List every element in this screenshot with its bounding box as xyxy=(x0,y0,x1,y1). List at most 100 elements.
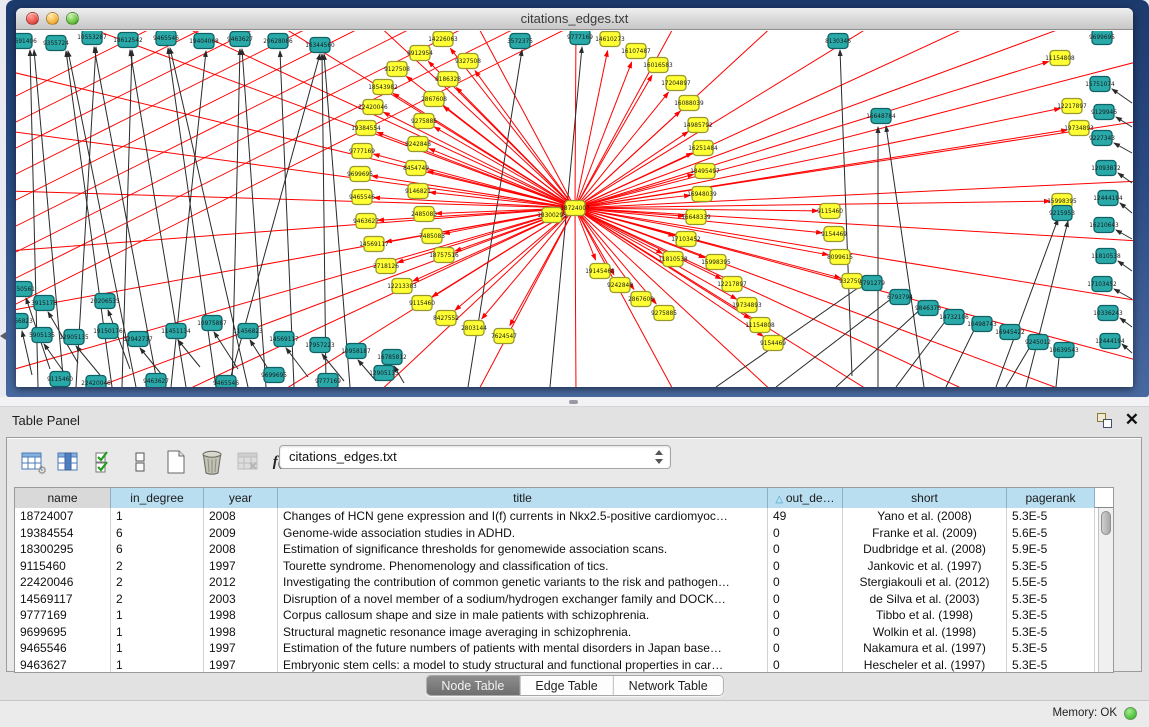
cell-name[interactable]: 18724007 xyxy=(15,508,111,525)
column-header-in_degree[interactable]: in_degree xyxy=(111,488,204,508)
cell-name[interactable]: 9699695 xyxy=(15,624,111,641)
cell-name[interactable]: 19384554 xyxy=(15,525,111,542)
graph-node[interactable]: 10336243 xyxy=(1093,306,1123,321)
table-row[interactable]: 1872400712008Changes of HCN gene express… xyxy=(15,508,1113,525)
graph-node[interactable]: 16016583 xyxy=(643,58,673,73)
graph-node[interactable]: 9115460 xyxy=(817,204,843,219)
cell-year[interactable]: 2008 xyxy=(204,508,278,525)
cell-short[interactable]: Tibbo et al. (1998) xyxy=(843,607,1007,624)
table-row[interactable]: 977716911998Corpus callosum shape and si… xyxy=(15,607,1113,624)
graph-node[interactable]: 9463627 xyxy=(353,214,379,229)
column-header-short[interactable]: short xyxy=(843,488,1007,508)
cell-title[interactable]: Structural magnetic resonance image aver… xyxy=(278,624,768,641)
minimize-window-button[interactable] xyxy=(46,12,59,25)
tab-node-table[interactable]: Node Table xyxy=(426,676,520,695)
graph-node[interactable]: 9275885 xyxy=(651,306,677,321)
graph-node[interactable]: 17103452 xyxy=(1087,277,1117,292)
graph-node[interactable]: 9245012 xyxy=(1025,335,1051,350)
graph-node[interactable]: 11810538 xyxy=(1091,249,1121,264)
graph-node[interactable]: 15751074 xyxy=(1085,77,1115,92)
cell-year[interactable]: 2008 xyxy=(204,541,278,558)
cell-in_degree[interactable]: 1 xyxy=(111,640,204,657)
tab-network-table[interactable]: Network Table xyxy=(614,676,723,695)
graph-node[interactable]: 12942737 xyxy=(123,332,153,347)
delete-table-button[interactable] xyxy=(233,448,263,476)
cell-out_degree[interactable]: 0 xyxy=(768,574,843,591)
graph-node[interactable]: 11451134 xyxy=(161,324,191,339)
graph-node[interactable]: 8912954 xyxy=(407,46,433,61)
cell-year[interactable]: 1997 xyxy=(204,558,278,575)
graph-node[interactable]: 7485083 xyxy=(419,229,445,244)
table-row[interactable]: 1456911722003Disruption of a novel membe… xyxy=(15,591,1113,608)
graph-node[interactable]: 9154469 xyxy=(821,227,847,242)
graph-node[interactable]: 19734893 xyxy=(732,298,762,313)
cell-short[interactable]: Nakamura et al. (1997) xyxy=(843,640,1007,657)
graph-node[interactable]: 18543982 xyxy=(368,80,398,95)
cell-short[interactable]: Yano et al. (2008) xyxy=(843,508,1007,525)
divider-grip-icon[interactable] xyxy=(569,400,578,404)
column-header-pagerank[interactable]: pagerank xyxy=(1007,488,1095,508)
graph-node[interactable]: 20628086 xyxy=(263,34,293,49)
graph-node[interactable]: 19404068 xyxy=(189,34,219,49)
cell-title[interactable]: Corpus callosum shape and size in male p… xyxy=(278,607,768,624)
graph-node[interactable]: 16948039 xyxy=(687,187,717,202)
cell-in_degree[interactable]: 1 xyxy=(111,657,204,674)
table-vertical-scrollbar[interactable] xyxy=(1098,508,1113,672)
cell-pagerank[interactable]: 5.6E-5 xyxy=(1007,525,1095,542)
graph-node[interactable]: 8130346 xyxy=(825,34,851,49)
graph-node[interactable]: 14569117 xyxy=(269,332,299,347)
graph-node[interactable]: 2867608 xyxy=(628,292,654,307)
cell-title[interactable]: Tourette syndrome. Phenomenology and cla… xyxy=(278,558,768,575)
graph-node[interactable]: 16210643 xyxy=(1089,218,1119,233)
cell-short[interactable]: de Silva et al. (2003) xyxy=(843,591,1007,608)
graph-node[interactable]: 12217897 xyxy=(1057,99,1087,114)
graph-node[interactable]: 18495497 xyxy=(690,164,720,179)
graph-node[interactable]: 9275885 xyxy=(411,114,437,129)
graph-node[interactable]: 9465546 xyxy=(153,31,179,46)
close-panel-button[interactable]: ✕ xyxy=(1125,409,1139,431)
graph-node[interactable]: 10639543 xyxy=(1049,343,1079,358)
graph-node[interactable]: 17957223 xyxy=(305,338,335,353)
graph-node[interactable]: 10553287 xyxy=(77,31,107,45)
graph-node[interactable]: 8350561 xyxy=(16,282,35,297)
graph-node[interactable]: 9699695 xyxy=(347,167,373,182)
scrollbar-thumb[interactable] xyxy=(1101,511,1111,535)
column-visibility-button[interactable] xyxy=(53,448,83,476)
graph-node[interactable]: 2803144 xyxy=(461,321,487,336)
cell-name[interactable]: 9465546 xyxy=(15,640,111,657)
cell-year[interactable]: 1998 xyxy=(204,607,278,624)
cell-name[interactable]: 9463627 xyxy=(15,657,111,674)
graph-node[interactable]: 12444194 xyxy=(1095,334,1125,349)
cell-out_degree[interactable]: 0 xyxy=(768,624,843,641)
graph-node[interactable]: 9777169 xyxy=(567,31,593,45)
cell-pagerank[interactable]: 5.5E-5 xyxy=(1007,574,1095,591)
cell-title[interactable]: Investigating the contribution of common… xyxy=(278,574,768,591)
cell-year[interactable]: 1997 xyxy=(204,657,278,674)
tab-edge-table[interactable]: Edge Table xyxy=(520,676,613,695)
cell-in_degree[interactable]: 1 xyxy=(111,624,204,641)
cell-short[interactable]: Stergiakouli et al. (2012) xyxy=(843,574,1007,591)
table-row[interactable]: 946554611997Estimation of the future num… xyxy=(15,640,1113,657)
cell-short[interactable]: Franke et al. (2009) xyxy=(843,525,1007,542)
cell-name[interactable]: 18300295 xyxy=(15,541,111,558)
graph-node[interactable]: 19150176 xyxy=(93,324,123,339)
cell-out_degree[interactable]: 49 xyxy=(768,508,843,525)
table-row[interactable]: 1830029562008Estimation of significance … xyxy=(15,541,1113,558)
graph-node[interactable]: 9242848 xyxy=(405,137,431,152)
network-window[interactable]: citations_edges.txt 14226063891295491275… xyxy=(16,8,1133,387)
cell-in_degree[interactable]: 2 xyxy=(111,574,204,591)
cell-short[interactable]: Wolkin et al. (1998) xyxy=(843,624,1007,641)
cell-short[interactable]: Jankovic et al. (1997) xyxy=(843,558,1007,575)
graph-node[interactable]: 11154808 xyxy=(745,318,775,333)
graph-node[interactable]: 12444194 xyxy=(1093,191,1123,206)
cell-pagerank[interactable]: 5.3E-5 xyxy=(1007,591,1095,608)
graph-node[interactable]: 9115460 xyxy=(47,372,73,387)
cell-out_degree[interactable]: 0 xyxy=(768,541,843,558)
cell-pagerank[interactable]: 5.3E-5 xyxy=(1007,607,1095,624)
cell-out_degree[interactable]: 0 xyxy=(768,657,843,674)
table-row[interactable]: 911546021997Tourette syndrome. Phenomeno… xyxy=(15,558,1113,575)
graph-node[interactable]: 22420046 xyxy=(81,376,111,388)
graph-node[interactable]: 9777169 xyxy=(349,144,375,159)
graph-node[interactable]: 2718126 xyxy=(373,259,399,274)
graph-node[interactable]: 11810538 xyxy=(658,252,688,267)
